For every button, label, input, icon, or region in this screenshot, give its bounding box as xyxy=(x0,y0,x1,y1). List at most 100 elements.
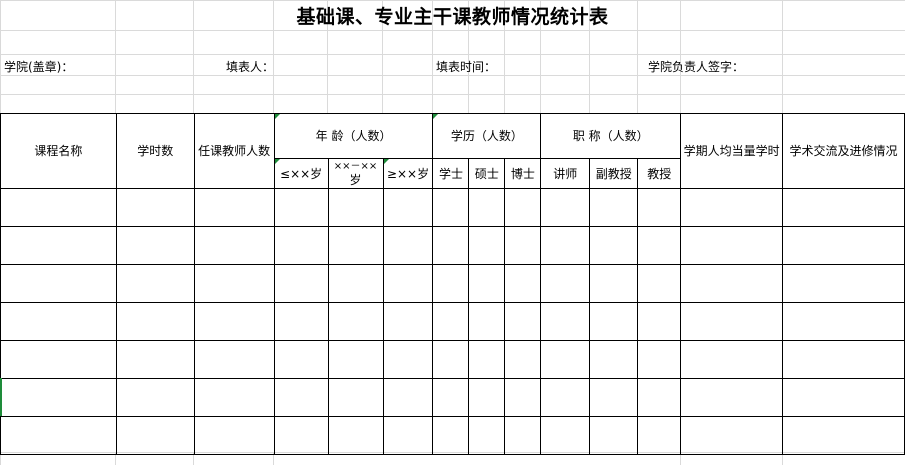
table-cell[interactable] xyxy=(273,416,329,455)
table-cell[interactable] xyxy=(382,226,434,265)
table-cell[interactable] xyxy=(0,226,117,265)
table-cell[interactable] xyxy=(115,378,195,417)
table-cell[interactable] xyxy=(0,416,117,455)
table-cell[interactable] xyxy=(468,302,506,341)
table-cell[interactable] xyxy=(115,264,195,303)
table-cell[interactable] xyxy=(589,188,639,227)
table-cell[interactable] xyxy=(468,264,506,303)
table-cell[interactable] xyxy=(273,378,329,417)
table-cell[interactable] xyxy=(680,302,784,341)
table-cell[interactable] xyxy=(468,226,506,265)
table-cell[interactable] xyxy=(540,340,591,379)
table-cell[interactable] xyxy=(193,188,275,227)
table-cell[interactable] xyxy=(0,378,117,417)
table-cell[interactable] xyxy=(327,416,384,455)
table-cell[interactable] xyxy=(115,340,195,379)
table-cell[interactable] xyxy=(680,226,784,265)
table-cell[interactable] xyxy=(0,264,117,303)
table-cell[interactable] xyxy=(468,340,506,379)
table-cell[interactable] xyxy=(327,340,384,379)
table-cell[interactable] xyxy=(504,226,542,265)
table-cell[interactable] xyxy=(504,340,542,379)
table-cell[interactable] xyxy=(193,378,275,417)
table-cell[interactable] xyxy=(589,226,639,265)
table-cell[interactable] xyxy=(115,226,195,265)
table-cell[interactable] xyxy=(589,340,639,379)
table-cell[interactable] xyxy=(637,302,682,341)
table-cell[interactable] xyxy=(115,302,195,341)
table-cell[interactable] xyxy=(637,378,682,417)
table-cell[interactable] xyxy=(193,264,275,303)
table-cell[interactable] xyxy=(432,226,470,265)
table-cell[interactable] xyxy=(540,226,591,265)
table-cell[interactable] xyxy=(432,416,470,455)
table-cell[interactable] xyxy=(637,416,682,455)
table-cell[interactable] xyxy=(193,416,275,455)
table-cell[interactable] xyxy=(382,378,434,417)
table-cell[interactable] xyxy=(680,340,784,379)
table-cell[interactable] xyxy=(540,264,591,303)
table-cell[interactable] xyxy=(193,302,275,341)
table-cell[interactable] xyxy=(589,264,639,303)
table-cell[interactable] xyxy=(504,378,542,417)
table-cell[interactable] xyxy=(637,264,682,303)
table-cell[interactable] xyxy=(273,188,329,227)
table-cell[interactable] xyxy=(504,302,542,341)
table-cell[interactable] xyxy=(432,264,470,303)
table-cell[interactable] xyxy=(193,226,275,265)
table-cell[interactable] xyxy=(327,378,384,417)
table-cell[interactable] xyxy=(327,302,384,341)
table-cell[interactable] xyxy=(273,226,329,265)
table-cell[interactable] xyxy=(273,340,329,379)
table-cell[interactable] xyxy=(782,378,905,417)
table-cell[interactable] xyxy=(680,416,784,455)
table-cell[interactable] xyxy=(504,188,542,227)
table-cell[interactable] xyxy=(540,302,591,341)
table-cell[interactable] xyxy=(432,378,470,417)
table-cell[interactable] xyxy=(782,226,905,265)
page-title: 基础课、专业主干课教师情况统计表 xyxy=(296,6,609,28)
table-cell[interactable] xyxy=(589,378,639,417)
table-cell[interactable] xyxy=(782,340,905,379)
table-cell[interactable] xyxy=(782,188,905,227)
table-cell[interactable] xyxy=(273,302,329,341)
table-cell[interactable] xyxy=(680,378,784,417)
table-cell[interactable] xyxy=(432,188,470,227)
table-cell[interactable] xyxy=(468,416,506,455)
table-cell[interactable] xyxy=(382,188,434,227)
table-cell[interactable] xyxy=(432,302,470,341)
table-cell[interactable] xyxy=(680,264,784,303)
table-cell[interactable] xyxy=(273,264,329,303)
table-cell[interactable] xyxy=(589,302,639,341)
table-cell[interactable] xyxy=(193,340,275,379)
table-cell[interactable] xyxy=(504,264,542,303)
table-cell[interactable] xyxy=(680,188,784,227)
table-cell[interactable] xyxy=(382,416,434,455)
table-cell[interactable] xyxy=(782,302,905,341)
table-cell[interactable] xyxy=(468,378,506,417)
table-cell[interactable] xyxy=(327,226,384,265)
table-cell[interactable] xyxy=(782,416,905,455)
header-education-group: 学历（人数） xyxy=(432,113,542,159)
table-cell[interactable] xyxy=(382,340,434,379)
table-cell[interactable] xyxy=(0,302,117,341)
table-cell[interactable] xyxy=(540,188,591,227)
table-cell[interactable] xyxy=(504,416,542,455)
table-cell[interactable] xyxy=(0,188,117,227)
table-cell[interactable] xyxy=(0,340,117,379)
table-cell[interactable] xyxy=(382,302,434,341)
table-cell[interactable] xyxy=(540,416,591,455)
table-cell[interactable] xyxy=(327,188,384,227)
table-cell[interactable] xyxy=(115,188,195,227)
table-cell[interactable] xyxy=(637,226,682,265)
table-cell[interactable] xyxy=(782,264,905,303)
table-cell[interactable] xyxy=(382,264,434,303)
table-cell[interactable] xyxy=(432,340,470,379)
table-cell[interactable] xyxy=(115,416,195,455)
table-cell[interactable] xyxy=(637,188,682,227)
table-cell[interactable] xyxy=(589,416,639,455)
table-cell[interactable] xyxy=(540,378,591,417)
table-cell[interactable] xyxy=(637,340,682,379)
table-cell[interactable] xyxy=(468,188,506,227)
table-cell[interactable] xyxy=(327,264,384,303)
